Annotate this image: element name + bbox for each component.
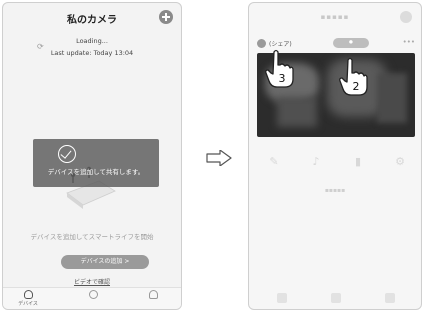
- loading-text: Loading...: [76, 37, 108, 45]
- page-title: 私のカメラ: [67, 15, 117, 26]
- record-icon[interactable]: ▮: [351, 155, 365, 169]
- tab-profile[interactable]: [385, 293, 395, 303]
- add-device-button[interactable]: デバイスの追加 >: [61, 255, 149, 269]
- arrow-right-icon: [206, 150, 232, 166]
- phone-screen-shared-camera: ▪▪▪▪▪ (シェア) ● ••• 3 2 ✎ ♪ ▮ ⚙ ▪▪▪▪▪: [248, 2, 422, 310]
- share-label: (シェア): [269, 41, 292, 48]
- device-icon: [23, 290, 33, 299]
- tab-smart[interactable]: [331, 293, 341, 303]
- tap-hand-icon: 2: [339, 57, 368, 96]
- page-title-faded: ▪▪▪▪▪: [320, 13, 350, 21]
- empty-state-hint: デバイスを追加してスマートライフを開始: [30, 233, 154, 241]
- camera-icon: [257, 39, 266, 48]
- profile-icon: [148, 290, 158, 299]
- settings-icon[interactable]: ⚙: [393, 155, 407, 169]
- bottom-tab-bar: デバイス: [3, 287, 181, 309]
- tab-label-devices: デバイス: [18, 301, 38, 307]
- smart-icon: [88, 290, 98, 299]
- tab-smart[interactable]: [73, 290, 113, 300]
- video-guide-link[interactable]: ビデオで確認: [3, 277, 181, 286]
- mic-icon[interactable]: ✎: [267, 155, 281, 169]
- tab-devices[interactable]: [277, 293, 287, 303]
- online-status-badge: ●: [333, 38, 369, 48]
- add-icon[interactable]: [159, 10, 173, 24]
- add-icon[interactable]: [400, 11, 412, 23]
- last-update-text: Last update: Today 13:04: [50, 49, 134, 57]
- tab-devices[interactable]: デバイス: [8, 290, 48, 307]
- header: 私のカメラ: [3, 3, 181, 31]
- toast-message: デバイスを追加して共有します。: [47, 168, 145, 176]
- callout-3: 3: [279, 72, 286, 85]
- phone-screen-my-camera: 私のカメラ ⟳ Loading... Last update: Today 13…: [2, 2, 182, 310]
- alarm-icon[interactable]: ♪: [309, 155, 323, 169]
- more-icon[interactable]: •••: [403, 38, 415, 46]
- bottom-tab-bar: [249, 287, 421, 309]
- camera-controls: ✎ ♪ ▮ ⚙: [257, 155, 415, 175]
- callout-2: 2: [353, 80, 360, 93]
- tab-profile[interactable]: [133, 290, 173, 300]
- status-text-faded: ▪▪▪▪▪: [324, 187, 346, 194]
- toast-overlay: [33, 139, 159, 187]
- check-circle-icon: [58, 145, 76, 163]
- tap-hand-icon: 3: [265, 49, 294, 88]
